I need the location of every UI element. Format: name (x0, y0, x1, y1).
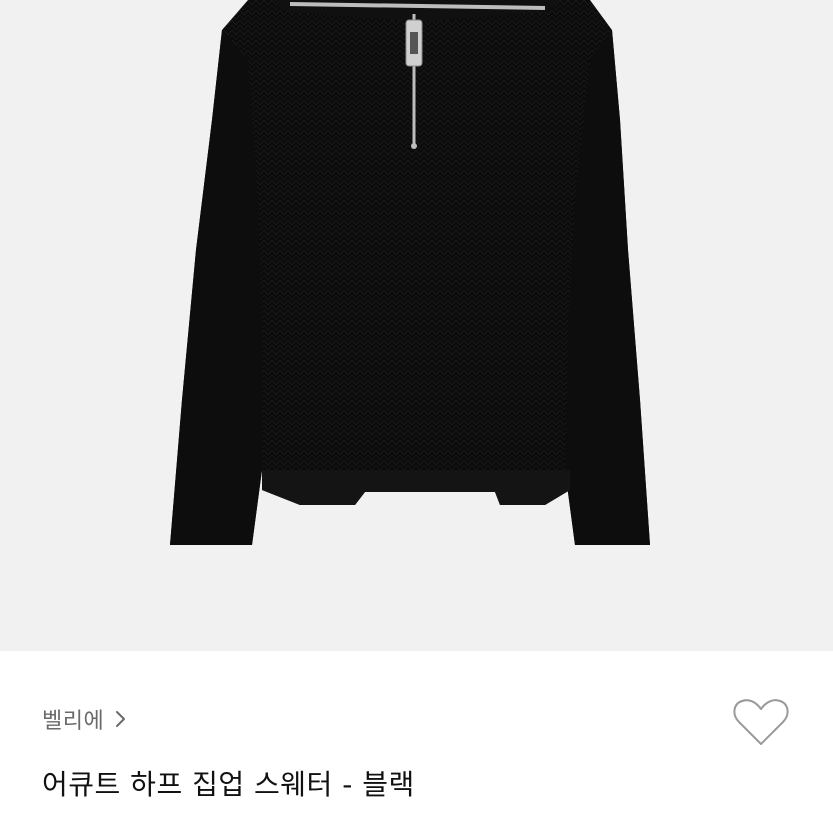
brand-link[interactable]: 벨리에 (42, 703, 128, 735)
like-button[interactable] (732, 697, 790, 749)
heart-outline-icon (733, 699, 789, 745)
product-title: 어큐트 하프 집업 스웨터 - 블랙 (42, 768, 415, 801)
chevron-right-icon (114, 709, 128, 729)
sweater-photo (170, 0, 650, 545)
brand-name[interactable]: 벨리에 (42, 703, 104, 735)
sweater-hem (262, 470, 570, 505)
product-image[interactable] (0, 0, 833, 651)
product-info: 벨리에 어큐트 하프 집업 스웨터 - 블랙 (0, 651, 833, 833)
product-page: 벨리에 어큐트 하프 집업 스웨터 - 블랙 (0, 0, 833, 833)
sweater-left-sleeve (170, 30, 262, 545)
